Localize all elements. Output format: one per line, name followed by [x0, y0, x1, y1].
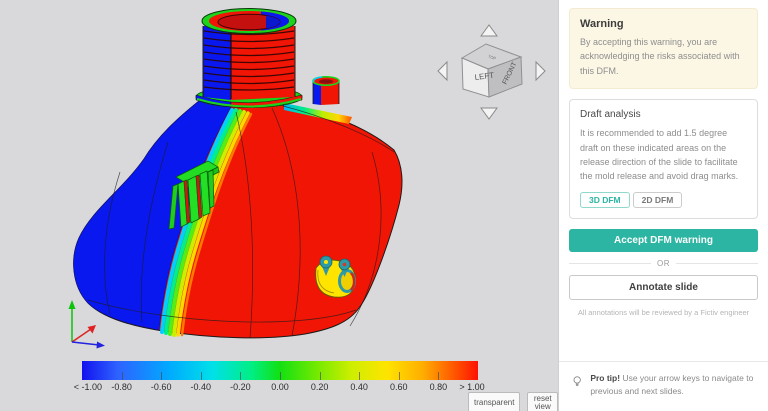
tab-2d-dfm[interactable]: 2D DFM — [632, 191, 683, 209]
draft-analysis-title: Draft analysis — [580, 109, 641, 121]
annotations-review-note: All annotations will be reviewed by a Fi… — [577, 308, 750, 318]
dfm-review-app: LEFT FRONT TOP < -1.00 -0.80 -0.60 -0.40… — [0, 0, 768, 411]
scale-label: -0.80 — [111, 382, 132, 392]
scale-label: 0.40 — [350, 382, 368, 392]
scale-label: 0.60 — [390, 382, 408, 392]
scale-label: 0.80 — [429, 382, 448, 392]
or-label: OR — [657, 259, 670, 269]
lightbulb-icon — [573, 375, 581, 386]
pro-tip-title: Pro tip! — [590, 372, 621, 383]
pro-tip-text: Pro tip! Use your arrow keys to navigate… — [590, 372, 756, 398]
view-cube-widget: LEFT FRONT TOP — [437, 24, 546, 120]
draft-color-scale — [82, 361, 478, 380]
accept-dfm-warning-button[interactable]: Accept DFM warning — [569, 229, 758, 253]
annotate-slide-button[interactable]: Annotate slide — [569, 275, 758, 301]
dfm-view-toggle: 3D DFM 2D DFM — [580, 191, 747, 209]
scale-label: 0.00 — [271, 382, 289, 392]
pin-boss-feature — [315, 255, 356, 298]
scale-tick — [240, 372, 242, 380]
scale-tick — [398, 372, 400, 380]
scale-label: -0.40 — [190, 382, 212, 392]
scale-label: 0.20 — [310, 382, 329, 392]
warning-callout: Warning By accepting this warning, you a… — [569, 8, 758, 90]
rotate-up-arrow[interactable] — [480, 24, 498, 37]
scale-label: -0.60 — [150, 382, 172, 392]
scale-tick — [280, 372, 281, 380]
scale-label: -0.20 — [230, 382, 251, 392]
divider-line — [569, 263, 651, 265]
scale-label: > 1.00 — [459, 382, 485, 392]
warning-body: By accepting this warning, you are ackno… — [580, 37, 740, 76]
draft-analysis-model[interactable]: LEFT FRONT TOP — [0, 0, 558, 411]
dfm-side-panel: Warning By accepting this warning, you a… — [558, 0, 768, 411]
or-divider: OR — [569, 259, 758, 268]
scale-tick — [161, 372, 163, 380]
pro-tip-box: Pro tip! Use your arrow keys to navigate… — [559, 360, 768, 411]
rotate-right-arrow[interactable] — [535, 60, 546, 82]
threaded-neck — [201, 8, 297, 100]
scale-tick — [319, 372, 321, 380]
draft-analysis-body: It is recommended to add 1.5 degree draf… — [580, 128, 739, 182]
model-body — [73, 100, 403, 339]
scale-tick — [359, 372, 361, 380]
scale-tick — [438, 372, 440, 380]
warning-title: Warning — [580, 18, 624, 30]
rotate-down-arrow[interactable] — [480, 107, 498, 120]
divider-line — [676, 263, 758, 265]
scale-tick — [200, 372, 202, 380]
draft-analysis-card: Draft analysis It is recommended to add … — [569, 99, 758, 220]
draft-scale-labels: < -1.00 -0.80 -0.60 -0.40 -0.20 0.00 0.2… — [74, 382, 485, 394]
scale-label: < -1.00 — [73, 382, 103, 392]
neck-top-rim — [201, 8, 297, 34]
tab-3d-dfm[interactable]: 3D DFM — [580, 191, 630, 209]
scale-tick — [121, 372, 123, 380]
transparent-button[interactable]: transparent — [468, 392, 521, 411]
small-cylinder — [312, 76, 340, 105]
rotate-left-arrow[interactable] — [437, 60, 448, 82]
reset-view-button[interactable]: reset view — [527, 392, 558, 411]
3d-viewport[interactable]: LEFT FRONT TOP < -1.00 -0.80 -0.60 -0.40… — [0, 0, 558, 411]
